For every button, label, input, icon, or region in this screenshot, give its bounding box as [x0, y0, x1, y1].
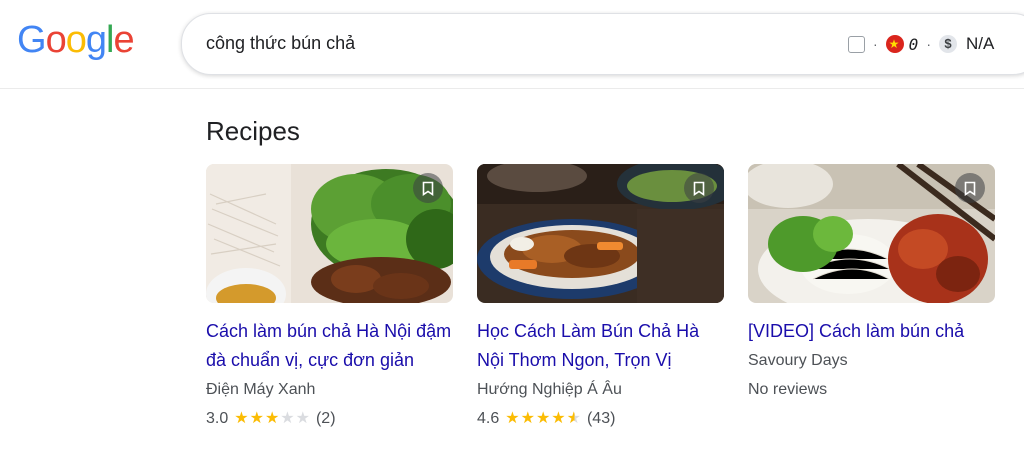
star-rating: ★ ★ ★ ★ ★ [505, 410, 582, 428]
rating-value: 4.6 [477, 410, 500, 427]
review-count: (2) [315, 410, 336, 427]
star-full-icon: ★ [264, 410, 280, 427]
section-title: Recipes [206, 116, 300, 146]
recipe-rating: 4.6 ★ ★ ★ ★ ★ (43) [477, 410, 724, 428]
logo-letter: G [17, 19, 47, 61]
recipe-card[interactable]: Cách làm bún chả Hà Nội đậm đà chuẩn vị,… [206, 164, 453, 428]
recipe-title-link[interactable]: [VIDEO] Cách làm bún chả [748, 317, 995, 346]
star-full-icon: ★ [520, 410, 535, 427]
dollar-icon: $ [938, 35, 957, 53]
recipe-image[interactable] [477, 164, 724, 303]
star-full-icon: ★ [535, 410, 551, 427]
price-value: N/A [965, 34, 995, 53]
checkbox[interactable] [848, 35, 865, 53]
recipe-image[interactable] [748, 164, 995, 303]
recipe-title-link[interactable]: Học Cách Làm Bún Chả Hà Nội Thơm Ngon, T… [477, 317, 724, 375]
search-input[interactable]: công thức bún chả [206, 33, 355, 54]
bookmark-icon[interactable] [684, 173, 714, 203]
recipe-source: Hướng Nghiệp Á Âu [477, 381, 622, 398]
recipe-source: Savoury Days [748, 352, 848, 369]
recipe-card[interactable]: Học Cách Làm Bún Chả Hà Nội Thơm Ngon, T… [477, 164, 724, 428]
separator: · [926, 36, 931, 52]
search-box[interactable]: công thức bún chả · 0 · $ N/A [181, 13, 1024, 75]
logo-letter: g [85, 19, 107, 61]
google-logo[interactable]: Google [17, 19, 135, 61]
review-count: (43) [586, 410, 616, 427]
star-half-icon: ★ [566, 410, 581, 427]
recipe-rating: 3.0 ★ ★ ★ ★ ★ (2) [206, 410, 453, 428]
rating-value: 3.0 [206, 410, 229, 427]
star-full-icon: ★ [551, 410, 566, 427]
recipe-title-link[interactable]: Cách làm bún chả Hà Nội đậm đà chuẩn vị,… [206, 317, 453, 375]
recipe-card[interactable]: [VIDEO] Cách làm bún chả Savoury Days No… [748, 164, 995, 399]
vietnam-flag-icon [885, 35, 904, 53]
bookmark-icon[interactable] [413, 173, 443, 203]
flag-count: 0 [908, 34, 919, 54]
recipe-source: Điện Máy Xanh [206, 381, 316, 398]
star-full-icon: ★ [249, 410, 264, 427]
star-full-icon: ★ [505, 410, 520, 427]
logo-letter: o [65, 19, 87, 61]
bookmark-icon[interactable] [955, 173, 985, 203]
extension-toolbar: · 0 · $ N/A [848, 33, 994, 55]
logo-letter: o [45, 19, 67, 61]
search-header: Google công thức bún chả · 0 · $ N/A [0, 0, 1024, 89]
star-rating: ★ ★ ★ ★ ★ [234, 410, 311, 428]
no-reviews-label: No reviews [748, 381, 828, 398]
star-empty-icon: ★ [295, 410, 310, 427]
separator: · [873, 36, 878, 52]
recipe-image[interactable] [206, 164, 453, 303]
star-empty-icon: ★ [280, 410, 295, 427]
logo-letter: l [105, 19, 115, 61]
logo-letter: e [113, 19, 134, 61]
star-full-icon: ★ [234, 410, 249, 427]
